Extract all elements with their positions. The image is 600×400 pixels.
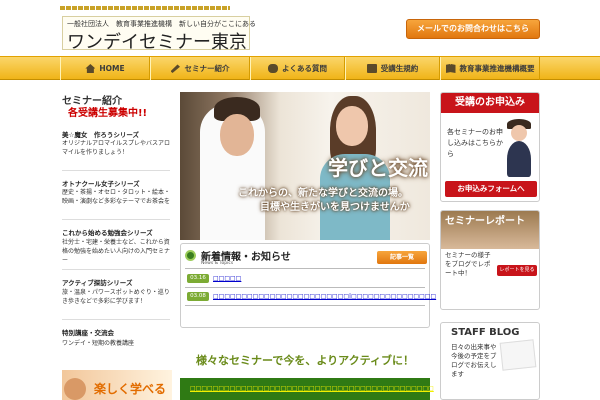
hero-subtitle-2: 目標や生きがいを見つけませんか [260, 202, 410, 213]
apply-title: 受講のお申込み [441, 93, 539, 113]
staff-blog-box[interactable]: STAFF BLOG 日々の出来事や今後の予定をブログでお伝えします [440, 322, 540, 400]
nav-item-organization[interactable]: 教育事業推進機構概要 [440, 57, 540, 80]
divider [62, 219, 170, 220]
category-link-beauty[interactable]: 美☆魔女 作ろうシリーズ [62, 129, 139, 139]
email-contact-button[interactable]: メールでのお問合わせはこちら [406, 19, 540, 39]
category-link-adult-cool[interactable]: オトナクール女子シリーズ [62, 178, 140, 188]
hero-title: 学びと交流 [328, 156, 428, 180]
divider [62, 170, 170, 171]
report-text: セミナーの様子をブログでレポート中！ [445, 251, 491, 277]
nav-item-home[interactable]: HOME [60, 57, 150, 80]
article-list-button[interactable]: 記事一覧 [377, 251, 427, 264]
category-desc: 社労士・宅建・栄養士など、これから資格の勉強を始めたい人向けの入門セミナー [62, 239, 171, 264]
pencil-icon [170, 64, 180, 73]
category-link-special[interactable]: 特別講座・交流会 [62, 327, 114, 337]
hero-image: 学びと交流 これからの、新たな学びと交流の場。 目標や生きがいを見つけませんか [180, 92, 430, 240]
divider [62, 269, 170, 270]
divider [185, 287, 425, 288]
notepad-image [499, 339, 537, 371]
blog-title: STAFF BLOG [451, 327, 520, 338]
nav-item-seminars[interactable]: セミナー紹介 [150, 57, 250, 80]
apply-text: 各セミナーのお申し込みはこちらから [447, 128, 503, 158]
category-link-study[interactable]: これから始める勉強会シリーズ [62, 227, 153, 237]
category-desc: 歴史・茶揚・オセロ・タロット・絵本・映画・演劇など多彩なテーマでお茶会を [62, 189, 171, 205]
divider [185, 305, 425, 306]
sidebar-subtitle: 各受講生募集中!! [68, 108, 148, 119]
news-icon [185, 250, 196, 261]
category-link-active-tour[interactable]: アクティブ探訪シリーズ [62, 277, 132, 287]
staff-face [511, 125, 527, 141]
news-date: 03.08 [187, 292, 209, 301]
news-subtitle: News & Topics [201, 261, 234, 266]
category-desc: ワンデイ・短期の教養講座 [62, 340, 135, 347]
main-nav: HOME セミナー紹介 よくある質問 受講生規約 教育事業推進機構概要 [0, 56, 600, 80]
house-icon [85, 64, 96, 73]
divider [185, 268, 425, 269]
id-card-icon [366, 64, 377, 73]
view-report-button[interactable]: レポートを見る [497, 265, 537, 276]
news-item-link[interactable]: □□□□□□□□□□□□□□□□□□□□□□□□|□□□□□□□□□□□□□□□ [213, 293, 436, 300]
news-item-link[interactable]: □□□□□ [213, 275, 241, 282]
nav-item-terms[interactable]: 受講生規約 [345, 57, 440, 80]
main-tagline: 様々なセミナーで今を、よりアクティブに！ [196, 354, 414, 367]
logo-site-name: ワンデイセミナー東京 [67, 32, 247, 53]
divider [62, 319, 170, 320]
staff-photo [507, 141, 531, 177]
category-desc: オリジナルアロマイルスプレやバスアロマイルを作りましょう！ [62, 140, 171, 156]
nav-label: 受講生規約 [380, 64, 419, 73]
hero-subtitle-1: これからの、新たな学びと交流の場。 [238, 188, 408, 199]
category-desc: 旅・温泉・パワースポットめぐり・巡りき歩きなどで多彩に学びます！ [62, 289, 170, 305]
nav-label: よくある質問 [282, 64, 327, 73]
man-face [220, 114, 254, 156]
seminar-report-box[interactable]: セミナーレポート セミナーの様子をブログでレポート中！ レポートを見る [440, 210, 540, 310]
person-photo [64, 378, 86, 400]
apply-box[interactable]: 受講のお申込み 各セミナーのお申し込みはこちらから お申込みフォームへ [440, 92, 540, 202]
news-section: 新着情報・お知らせ News & Topics 記事一覧 03.16 □□□□□… [180, 243, 436, 328]
feature-link[interactable]: □□□□□□□□□□□□□□□□□□□□□□□□□□□□□□□□□□□□□□□□… [190, 385, 434, 392]
woman-face [336, 106, 368, 146]
blog-text: 日々の出来事や今後の予定をブログでお伝えします [451, 343, 497, 378]
speech-bubble-icon [268, 64, 278, 73]
nav-label: セミナー紹介 [184, 64, 230, 73]
report-title: セミナーレポート [441, 211, 539, 249]
top-decorative-line [60, 6, 230, 10]
news-date: 03.16 [187, 274, 209, 283]
nav-item-faq[interactable]: よくある質問 [250, 57, 345, 80]
nav-label: 教育事業推進機構概要 [459, 64, 535, 73]
book-icon [445, 64, 456, 73]
fun-learning-banner[interactable]: 楽しく学べる [62, 370, 172, 400]
nav-label: HOME [99, 64, 125, 73]
site-logo[interactable]: 一般社団法人 教育事業推進機構 新しい自分がここにある ワンデイセミナー東京 [62, 16, 256, 53]
apply-form-button[interactable]: お申込みフォームへ [445, 181, 537, 197]
banner-text: 楽しく学べる [94, 382, 167, 396]
